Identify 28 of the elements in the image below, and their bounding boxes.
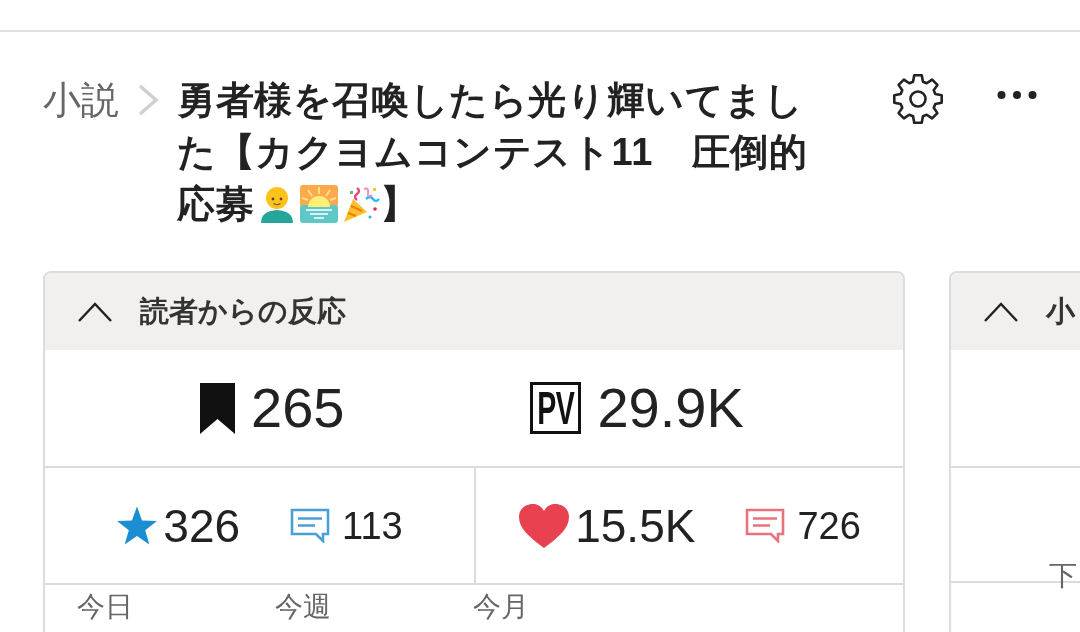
comment-icon [290,508,331,543]
heart-icon [518,502,571,549]
heart-count: 15.5K [575,500,696,551]
bookmark-count: 265 [251,378,345,438]
period-label: 今月 [473,592,529,624]
title-bracket: 】 [380,182,419,227]
chevron-up-icon[interactable] [77,300,113,323]
bookmark-icon [200,382,235,434]
chevron-right-icon [137,84,159,116]
comment-icon [745,508,786,543]
settings-icon[interactable] [892,73,944,125]
page-view-count: 29.9K [597,378,744,438]
panel-title: 小 [1046,293,1075,329]
chevron-up-icon[interactable] [983,300,1019,323]
title-line: 勇者様を召喚したら光り輝いてまし [177,78,804,123]
star-count: 326 [163,500,241,551]
pv-label: PV [530,382,582,434]
period-label: 今週 [275,592,331,624]
panel-text: 下 [1049,560,1077,591]
panel-title: 読者からの反応 [140,293,346,329]
party-popper-icon [342,185,381,223]
period-label: 今日 [77,592,133,624]
comment-count: 726 [797,504,861,547]
comment-count: 113 [342,504,403,547]
sunrise-icon [300,185,339,223]
breadcrumb-link[interactable]: 小説 [43,74,119,126]
title-line: 応募 [177,182,255,227]
title-line: た【カクヨムコンテスト11 圧倒的 [177,130,808,175]
